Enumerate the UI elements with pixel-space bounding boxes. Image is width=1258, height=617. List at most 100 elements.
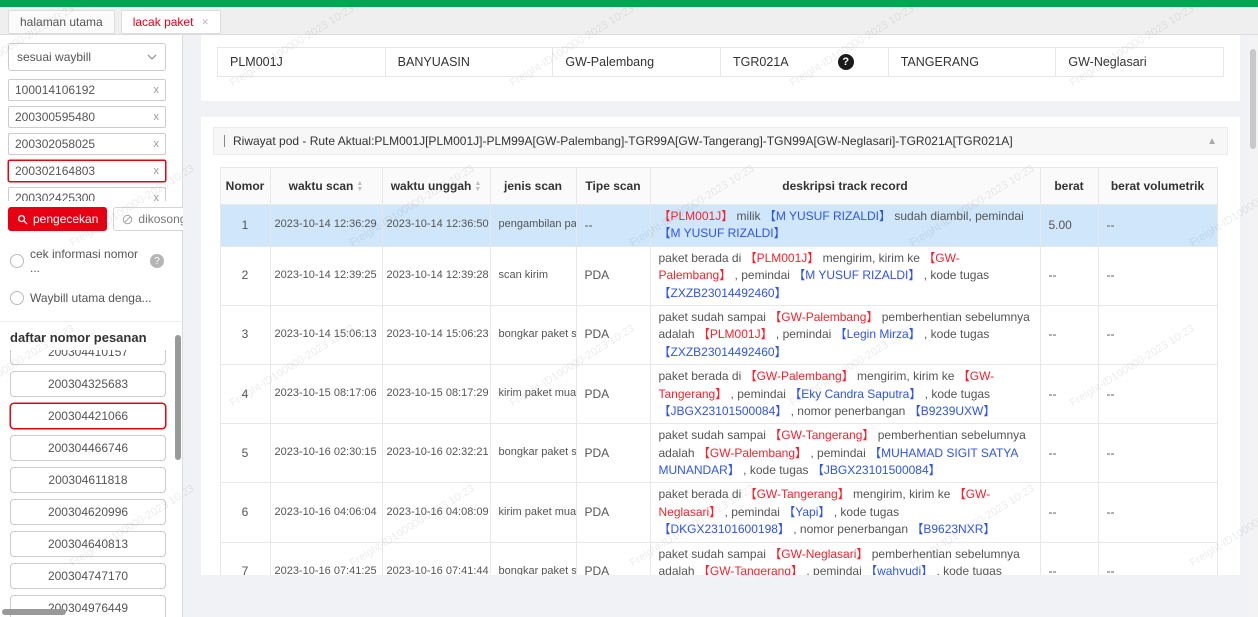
remove-waybill-icon[interactable]: x bbox=[154, 84, 160, 96]
order-number-item[interactable]: 200304421066 bbox=[10, 403, 166, 429]
sort-desc-icon[interactable]: ▼ bbox=[474, 186, 481, 193]
column-header: Tipe scan bbox=[575, 167, 651, 205]
waybill-chip[interactable]: 100014106192 x bbox=[8, 79, 166, 101]
cell-berat-volumetrik: -- bbox=[1097, 423, 1218, 484]
desc-segment: 【Yapi】 bbox=[783, 504, 831, 519]
order-number-item[interactable]: 200304611818 bbox=[10, 467, 166, 493]
remove-waybill-icon[interactable]: x bbox=[154, 138, 160, 150]
desc-segment: 【GW-Tangerang】 bbox=[697, 564, 804, 575]
close-tab-icon[interactable]: ✕ bbox=[201, 17, 209, 28]
desc-segment: , pemindai bbox=[807, 445, 870, 460]
help-icon[interactable]: ? bbox=[150, 254, 164, 268]
waybill-chip[interactable]: 200302425300 x bbox=[8, 187, 166, 201]
main-scrollbar-track[interactable] bbox=[1248, 35, 1258, 617]
cell-berat-volumetrik: -- bbox=[1097, 482, 1218, 543]
column-label: Tipe scan bbox=[585, 179, 641, 193]
help-badge-icon[interactable]: ? bbox=[837, 54, 854, 70]
sidebar: sesuai waybill 100014106192 x 200300595480… bbox=[0, 35, 215, 617]
waybill-type-select[interactable]: sesuai waybill bbox=[8, 43, 166, 71]
order-number-item[interactable]: 200304410157 bbox=[10, 350, 166, 365]
tab-label: lacak paket bbox=[132, 15, 194, 29]
summary-cell: BANYUASIN bbox=[386, 48, 554, 76]
cell-berat: -- bbox=[1039, 482, 1099, 543]
desc-segment: 【PLM001J】 bbox=[697, 327, 773, 342]
pengecekan-button[interactable]: pengecekan bbox=[8, 207, 108, 231]
cell-waktu-unggah: 2023-10-15 08:17:29 bbox=[381, 364, 491, 425]
cell-deskripsi: paket berada di 【GW-Palembang】 mengirim,… bbox=[649, 364, 1041, 425]
tab-lacak-paket[interactable]: lacak paket ✕ bbox=[120, 10, 221, 34]
radio-icon bbox=[10, 291, 24, 305]
column-label: waktu unggah bbox=[390, 179, 472, 193]
sort-icons: ▲ ▼ bbox=[474, 180, 481, 193]
summary-cell: GW-Neglasari bbox=[1056, 48, 1223, 76]
cell-jenis-scan: bongkar paket sampai bbox=[489, 304, 577, 366]
column-header: Nomor bbox=[219, 167, 271, 205]
order-number-item[interactable]: 200304747170 bbox=[10, 563, 166, 589]
order-number-item[interactable]: 200304325683 bbox=[10, 371, 166, 397]
chevron-down-icon bbox=[147, 54, 157, 60]
tab-halaman-utama[interactable]: halaman utama bbox=[8, 10, 115, 34]
desc-segment: , pemindai bbox=[772, 327, 835, 342]
main-scrollbar-thumb[interactable] bbox=[1250, 49, 1256, 149]
cell-waktu-unggah: 2023-10-16 07:41:44 bbox=[381, 541, 491, 575]
waybill-number: 200302425300 bbox=[15, 191, 96, 201]
column-header: berat volumetrik bbox=[1097, 167, 1218, 205]
table-row: 7 2023-10-16 07:41:25 2023-10-16 07:41:44 b… bbox=[219, 541, 1218, 575]
cell-waktu-unggah: 2023-10-14 15:06:23 bbox=[381, 304, 491, 366]
desc-segment: mengirim, kirim ke bbox=[853, 369, 958, 384]
cell-tipe-scan: PDA bbox=[575, 304, 651, 366]
column-label: Nomor bbox=[225, 179, 265, 193]
desc-segment: , kode tugas bbox=[920, 327, 990, 342]
collapse-icon[interactable]: ▲ bbox=[1207, 136, 1217, 147]
radio-cek-informasi[interactable]: cek informasi nomor ... ? bbox=[10, 247, 172, 275]
remove-waybill-icon[interactable]: x bbox=[154, 111, 160, 123]
column-header: jenis scan bbox=[489, 167, 577, 205]
sort-desc-icon[interactable]: ▼ bbox=[356, 186, 363, 193]
radio-label: Waybill utama denga... bbox=[30, 291, 152, 305]
summary-value: TGR021A bbox=[733, 55, 789, 69]
cell-waktu-scan: 2023-10-14 12:39:25 bbox=[269, 245, 383, 306]
column-header[interactable]: waktu unggah ▲ ▼ bbox=[381, 167, 491, 205]
sidebar-scrollbar-thumb[interactable] bbox=[175, 335, 181, 460]
column-header[interactable]: waktu scan ▲ ▼ bbox=[269, 167, 383, 205]
waybill-chip[interactable]: 200300595480 x bbox=[8, 106, 166, 128]
summary-cell: TANGERANG bbox=[889, 48, 1057, 76]
cell-tipe-scan: PDA bbox=[575, 245, 651, 306]
remove-waybill-icon[interactable]: x bbox=[154, 165, 160, 177]
waybill-number: 100014106192 bbox=[15, 83, 96, 97]
desc-segment: 【PLM001J】 bbox=[744, 250, 820, 265]
sidebar-hscrollbar-thumb[interactable] bbox=[2, 609, 66, 615]
order-number-item[interactable]: 200304640813 bbox=[10, 531, 166, 557]
waybill-number: 200300595480 bbox=[15, 110, 96, 124]
main-area: PLM001J BANYUASIN GW-Palembang TGR021A? TANG… bbox=[183, 35, 1258, 617]
desc-segment: , kode tugas bbox=[739, 463, 812, 478]
radio-waybill-utama[interactable]: Waybill utama denga... bbox=[10, 291, 172, 305]
cell-waktu-scan: 2023-10-16 07:41:25 bbox=[269, 541, 383, 575]
summary-value: BANYUASIN bbox=[397, 55, 470, 69]
cell-deskripsi: paket sudah sampai 【GW-Tangerang】 pember… bbox=[649, 423, 1041, 484]
column-label: jenis scan bbox=[503, 179, 563, 193]
cell-berat-volumetrik: -- bbox=[1097, 304, 1218, 366]
riwayat-header[interactable]: Riwayat pod - Rute Aktual:PLM001J[PLM001… bbox=[213, 127, 1228, 155]
desc-segment: milik bbox=[733, 209, 764, 223]
order-number-item[interactable]: 200304620996 bbox=[10, 499, 166, 525]
desc-segment: , pemindai bbox=[731, 268, 794, 283]
waybill-chip[interactable]: 200302164803 x bbox=[8, 160, 166, 182]
sort-icons: ▲ ▼ bbox=[356, 180, 363, 193]
waybill-chip[interactable]: 200302058025 x bbox=[8, 133, 166, 155]
riwayat-panel: Riwayat pod - Rute Aktual:PLM001J[PLM001… bbox=[201, 117, 1240, 575]
cell-jenis-scan: scan kirim bbox=[489, 245, 577, 306]
select-value: sesuai waybill bbox=[17, 50, 92, 64]
desc-segment: , kode tugas bbox=[921, 386, 991, 401]
desc-segment: 【GW-Palembang】 bbox=[744, 369, 854, 384]
cell-nomor: 6 bbox=[219, 482, 271, 543]
remove-waybill-icon[interactable]: x bbox=[154, 192, 160, 201]
desc-segment: , pemindai bbox=[803, 564, 866, 575]
desc-segment: 【GW-Palembang】 bbox=[697, 445, 808, 460]
order-number-item[interactable]: 200304466746 bbox=[10, 435, 166, 461]
table-row: 2 2023-10-14 12:39:25 2023-10-14 12:39:28 s… bbox=[219, 245, 1218, 306]
cell-waktu-unggah: 2023-10-16 02:32:21 bbox=[381, 423, 491, 484]
waybill-list: 100014106192 x 200300595480 x 200302058025 x 2… bbox=[0, 79, 182, 201]
cell-tipe-scan: PDA bbox=[575, 482, 651, 543]
desc-segment: 【wahyudi】 bbox=[865, 564, 934, 575]
